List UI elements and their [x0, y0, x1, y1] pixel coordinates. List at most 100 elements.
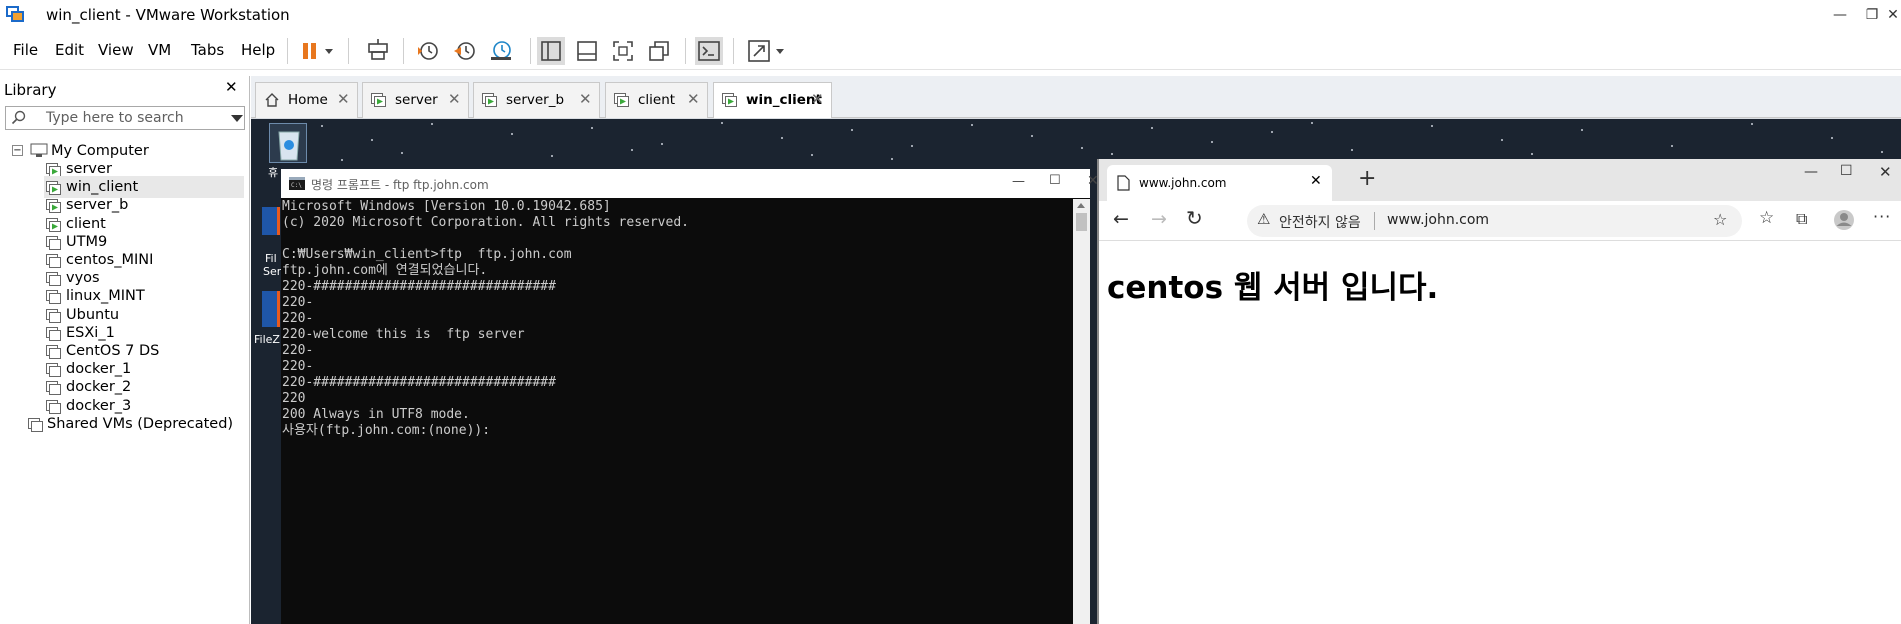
browser-tab-close-icon[interactable]: ✕: [1310, 173, 1322, 189]
browser-tab[interactable]: www.john.com ✕: [1107, 165, 1332, 201]
thumbnail-bar-icon[interactable]: [573, 37, 601, 65]
app-shortcut-icon[interactable]: [262, 207, 280, 235]
vm-running-icon: [482, 93, 498, 107]
collapse-icon[interactable]: −: [12, 145, 23, 156]
vm-desktop[interactable]: 휴 Fil Ser FileZ C:\ 명령 프롬프트 - ftp ftp.jo…: [251, 119, 1901, 624]
star-decoration: [431, 123, 433, 125]
show-library-icon[interactable]: [537, 37, 565, 65]
cmd-minimize-button[interactable]: —: [1012, 174, 1025, 189]
tab-server[interactable]: server ✕: [362, 82, 469, 118]
forward-icon[interactable]: →: [1151, 208, 1167, 230]
refresh-icon[interactable]: ↻: [1186, 206, 1203, 230]
browser-tab-title: www.john.com: [1139, 176, 1227, 190]
add-favorite-icon[interactable]: ☆: [1713, 210, 1727, 229]
recycle-bin-icon[interactable]: [269, 123, 307, 163]
tree-item-shared-vms[interactable]: Shared VMs (Deprecated): [26, 413, 246, 435]
warning-icon[interactable]: ⚠: [1257, 210, 1270, 228]
address-bar[interactable]: ⚠ 안전하지 않음 www.john.com ☆: [1247, 205, 1742, 237]
tree-item-label: Shared VMs (Deprecated): [47, 415, 234, 432]
tab-label: server_b: [506, 92, 565, 108]
tab-close-icon[interactable]: ✕: [811, 90, 824, 108]
cmd-output[interactable]: Microsoft Windows [Version 10.0.19042.68…: [281, 199, 1073, 624]
star-decoration: [721, 122, 723, 124]
page-heading: centos 웹 서버 입니다.: [1107, 270, 1439, 306]
send-ctrl-alt-del-icon[interactable]: [364, 37, 392, 65]
vm-icon: [46, 326, 61, 341]
tab-client[interactable]: client ✕: [605, 82, 708, 118]
star-decoration: [1111, 153, 1113, 155]
minimize-button[interactable]: —: [1825, 4, 1855, 26]
cmd-line: 220-: [282, 343, 314, 358]
menu-vm[interactable]: VM: [148, 41, 171, 59]
menu-edit[interactable]: Edit: [55, 41, 84, 59]
pause-icon[interactable]: [296, 37, 324, 65]
cmd-scrollbar[interactable]: [1073, 199, 1090, 624]
scroll-thumb[interactable]: [1076, 213, 1087, 231]
tab-label: client: [638, 92, 676, 108]
cmd-line: 220-###############################: [282, 375, 556, 390]
star-decoration: [1831, 137, 1833, 139]
console-view-icon[interactable]: [695, 37, 723, 65]
tab-label: server: [395, 92, 438, 108]
cmd-maximize-button[interactable]: ☐: [1049, 173, 1061, 188]
browser-maximize-button[interactable]: ☐: [1840, 163, 1853, 179]
stretch-dropdown-icon[interactable]: [773, 37, 787, 65]
revert-snapshot-icon[interactable]: [451, 37, 479, 65]
favorites-icon[interactable]: ☆: [1759, 208, 1774, 228]
security-label[interactable]: 안전하지 않음: [1279, 212, 1361, 232]
cmd-line: 사용자(ftp.john.com:(none)):: [282, 423, 491, 438]
toolbar-separator: [403, 38, 404, 64]
address-divider: [1374, 212, 1375, 230]
browser-window[interactable]: www.john.com ✕ + — ☐ ✕ ← → ↻ ⚠ 안전하지 않음 w…: [1097, 159, 1901, 624]
tab-close-icon[interactable]: ✕: [579, 90, 592, 108]
star-decoration: [1311, 122, 1313, 124]
snapshot-manager-icon[interactable]: [487, 37, 515, 65]
star-decoration: [401, 152, 403, 154]
command-prompt-window[interactable]: C:\ 명령 프롬프트 - ftp ftp.john.com — ☐ ✕ Mic…: [281, 169, 1099, 624]
star-decoration: [1081, 147, 1083, 149]
toolbar-separator: [733, 38, 734, 64]
cmd-line: ftp.john.com에 연결되었습니다.: [282, 263, 488, 278]
power-dropdown-icon[interactable]: [322, 37, 336, 65]
title-bar: win_client - VMware Workstation — ❐ ✕: [0, 0, 1901, 30]
full-screen-icon[interactable]: [609, 37, 637, 65]
cmd-line: 220-welcome this is ftp server: [282, 327, 525, 342]
tab-close-icon[interactable]: ✕: [687, 90, 700, 108]
filezilla-icon[interactable]: [262, 291, 280, 327]
tab-close-icon[interactable]: ✕: [337, 90, 350, 108]
tab-close-icon[interactable]: ✕: [448, 90, 461, 108]
star-decoration: [1031, 135, 1033, 137]
new-tab-icon[interactable]: +: [1358, 166, 1376, 191]
menu-view[interactable]: View: [98, 41, 134, 59]
collections-icon[interactable]: ⧉: [1796, 209, 1807, 229]
stretch-guest-icon[interactable]: [745, 37, 773, 65]
library-close-icon[interactable]: ✕: [225, 78, 238, 96]
close-button[interactable]: ✕: [1878, 4, 1901, 26]
menu-tabs[interactable]: Tabs: [191, 41, 224, 59]
star-decoration: [971, 124, 973, 126]
menu-help[interactable]: Help: [241, 41, 275, 59]
cmd-title-bar: C:\ 명령 프롬프트 - ftp ftp.john.com — ☐ ✕: [281, 169, 1099, 198]
unity-icon[interactable]: [645, 37, 673, 65]
tab-server-b[interactable]: server_b ✕: [473, 82, 600, 118]
back-icon[interactable]: ←: [1113, 208, 1129, 230]
tab-Home[interactable]: Home ✕: [255, 82, 358, 118]
toolbar-separator: [685, 38, 686, 64]
library-search-input[interactable]: Type here to search: [5, 106, 245, 130]
vm-running-icon: [46, 180, 61, 196]
browser-minimize-button[interactable]: —: [1804, 164, 1818, 180]
cmd-line: 220-###############################: [282, 279, 556, 294]
cmd-line: 220-: [282, 295, 314, 310]
cmd-line: 200 Always in UTF8 mode.: [282, 407, 470, 422]
settings-more-icon[interactable]: ···: [1873, 207, 1891, 226]
url-text[interactable]: www.john.com: [1387, 212, 1489, 228]
search-dropdown-icon[interactable]: [231, 115, 243, 122]
profile-icon[interactable]: [1833, 209, 1855, 231]
take-snapshot-icon[interactable]: [414, 37, 442, 65]
tab-win-client[interactable]: win_client ✕: [713, 82, 832, 118]
scroll-up-icon[interactable]: [1077, 203, 1085, 208]
vm-icon: [46, 235, 61, 250]
browser-close-button[interactable]: ✕: [1879, 163, 1892, 181]
menu-file[interactable]: File: [13, 41, 38, 59]
vm-icon: [46, 289, 61, 305]
